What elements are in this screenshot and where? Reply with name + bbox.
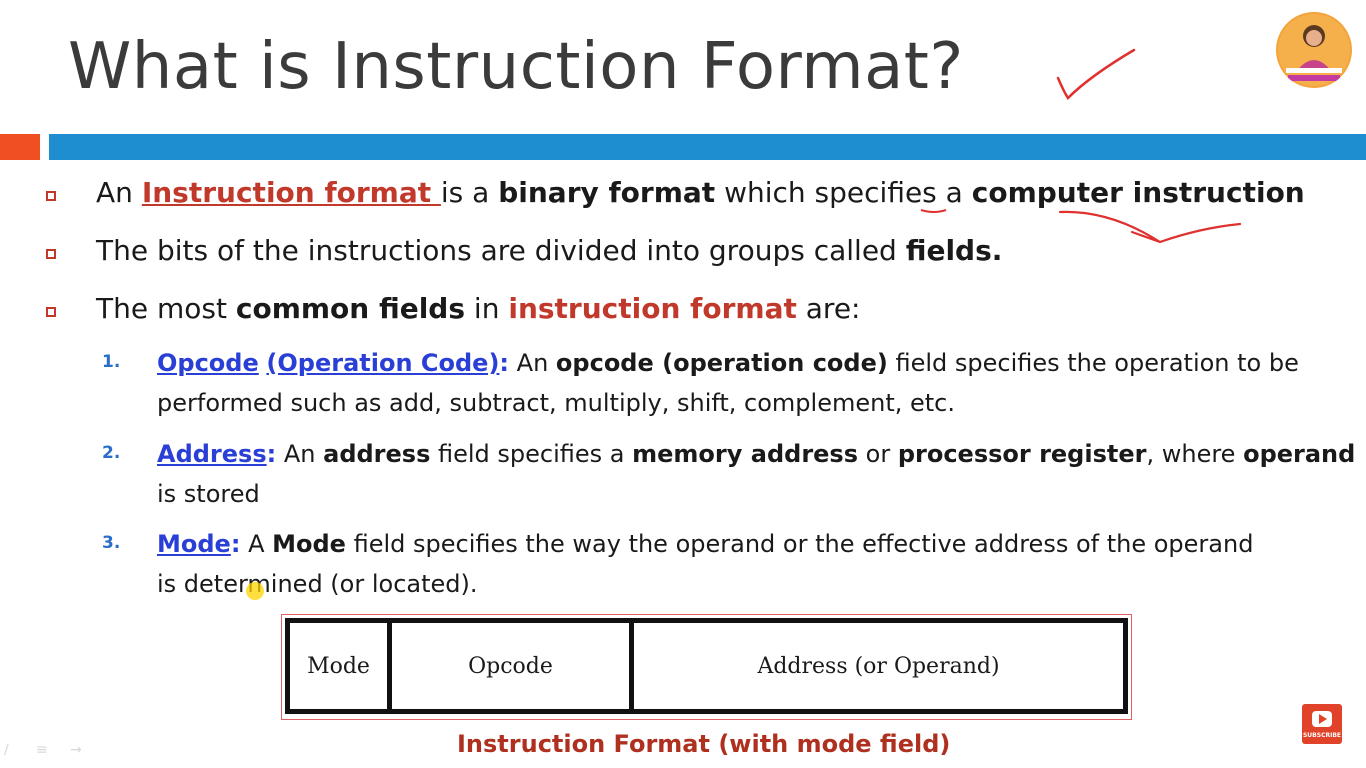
bullet-3-text: The most common fields in instruction fo… [96, 292, 861, 325]
item-3-text: Mode: A Mode field specifies the way the… [157, 530, 1254, 598]
accent-bar-blue [49, 134, 1366, 160]
item-3-number: 3. [102, 533, 121, 553]
address-term: Address [157, 440, 267, 468]
checkmark-annotation [1056, 48, 1136, 100]
format-table-caption: Instruction Format (with mode field) [457, 730, 951, 758]
item-1-text: Opcode (Operation Code): An opcode (oper… [157, 349, 1299, 417]
item-1-number: 1. [102, 352, 121, 372]
bullet-square-icon [46, 191, 56, 201]
item-2-text: Address: An address field specifies a me… [157, 440, 1356, 508]
item-2-number: 2. [102, 443, 121, 463]
next-arrow-icon[interactable]: → [70, 742, 82, 758]
bullet-2-text: The bits of the instructions are divided… [96, 234, 1003, 267]
mode-cell: Mode [290, 623, 392, 709]
address-cell: Address (or Operand) [757, 653, 1000, 679]
opcode-cell: Opcode [392, 623, 634, 709]
menu-icon[interactable]: ≡ [36, 742, 48, 758]
bullet-square-icon [46, 249, 56, 259]
bullet-square-icon [46, 307, 56, 317]
bullet-1-text: An Instruction format is a binary format… [96, 176, 1305, 209]
mode-term: Mode [157, 530, 231, 558]
slide-title: What is Instruction Format? [68, 30, 964, 104]
underline-ci-annotation [1058, 210, 1242, 244]
operation-code-term: (Operation Code) [266, 349, 500, 377]
subscribe-button[interactable]: SUBSCRIBE [1302, 704, 1342, 744]
instruction-format-table: Mode Opcode Address (or Operand) [285, 618, 1128, 714]
subscribe-label: SUBSCRIBE [1302, 732, 1341, 739]
underline-a-annotation [920, 209, 947, 213]
pen-tool-icon[interactable]: ∕ [4, 742, 9, 758]
accent-bar-orange [0, 134, 40, 160]
cursor-pointer [246, 582, 264, 600]
opcode-term: Opcode [157, 349, 259, 377]
channel-logo [1276, 12, 1352, 88]
